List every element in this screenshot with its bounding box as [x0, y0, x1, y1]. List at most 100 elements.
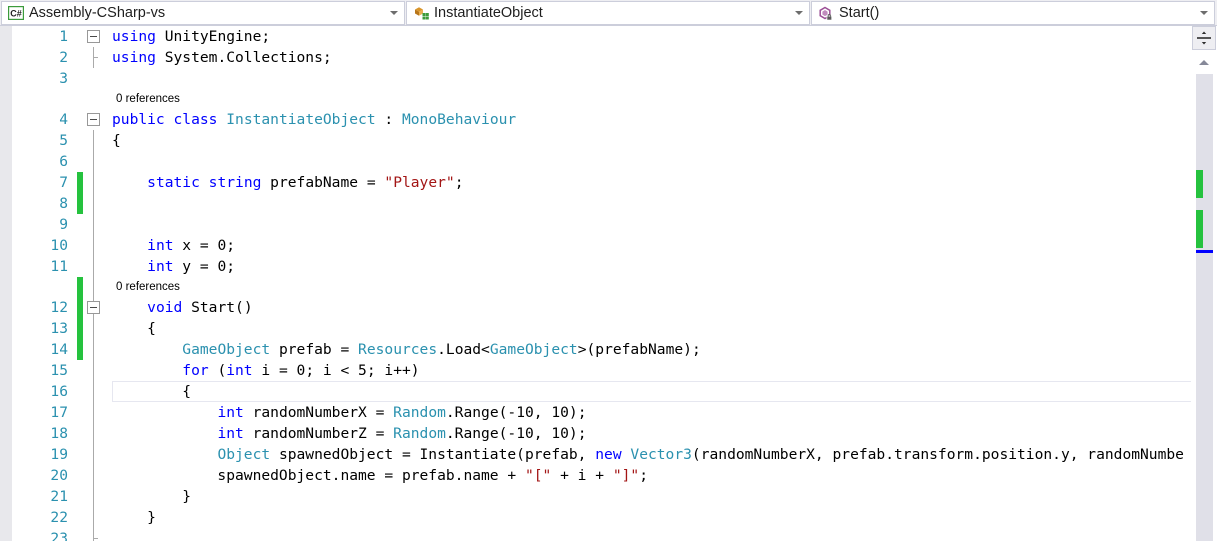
token-pln: :: [375, 111, 402, 128]
code-text: using System.Collections;: [83, 47, 332, 68]
code-line[interactable]: 20 spawnedObject.name = prefab.name + "[…: [21, 465, 1191, 486]
code-line[interactable]: 11 int y = 0;: [21, 256, 1191, 277]
token-kw: using: [112, 49, 156, 66]
line-number: 15: [50, 362, 68, 379]
token-num: 10: [516, 404, 534, 421]
token-kw: string: [208, 174, 262, 191]
code-line[interactable]: 4 public class InstantiateObject : MonoBe…: [21, 109, 1191, 130]
code-text: }: [83, 507, 156, 528]
chevron-down-icon[interactable]: [385, 11, 402, 15]
line-number: 8: [59, 195, 68, 212]
token-type: Resources: [358, 341, 438, 358]
svg-text:C#: C#: [10, 9, 22, 19]
scrollbar-track[interactable]: [1196, 74, 1213, 541]
selection-margin[interactable]: [13, 26, 21, 541]
token-pln: ;: [226, 237, 236, 254]
token-num: 10: [516, 425, 534, 442]
token-pln: [165, 111, 174, 128]
outline-guide-line: [93, 214, 94, 235]
code-line[interactable]: 10 int x = 0;: [21, 235, 1191, 256]
token-str: "]": [612, 467, 640, 484]
code-line[interactable]: 17 int randomNumberX = Random.Range(-10,…: [21, 402, 1191, 423]
code-text: {: [83, 381, 191, 402]
method-private-icon: [816, 5, 836, 21]
token-pln: [112, 446, 217, 463]
member-dropdown-label: Start(): [839, 5, 880, 21]
code-text: int x = 0;: [83, 235, 235, 256]
token-pln: [112, 404, 217, 421]
token-pln: spawnedObject.name = prefab.name +: [112, 467, 525, 484]
member-dropdown[interactable]: Start(): [811, 1, 1215, 25]
csharp-project-icon: C#: [6, 5, 26, 21]
scrollbar-caret-marker: [1196, 250, 1213, 253]
token-pln: [217, 111, 226, 128]
token-pln: {: [112, 383, 192, 400]
token-pln: i =: [252, 362, 297, 379]
code-line[interactable]: 14 GameObject prefab = Resources.Load<Ga…: [21, 339, 1191, 360]
code-line[interactable]: 22 }: [21, 507, 1191, 528]
token-kw: int: [147, 258, 174, 275]
token-pln: prefabName =: [261, 174, 385, 191]
line-number: 6: [59, 153, 68, 170]
code-line[interactable]: 23: [21, 528, 1191, 541]
token-pln: ;: [226, 258, 236, 275]
code-line[interactable]: 21 }: [21, 486, 1191, 507]
token-pln: spawnedObject = Instantiate(prefab,: [270, 446, 596, 463]
token-pln: prefab =: [270, 341, 359, 358]
codelens-row[interactable]: 0 references: [21, 89, 1191, 109]
token-kw: public: [112, 111, 165, 128]
type-dropdown[interactable]: InstantiateObject: [406, 1, 810, 25]
code-text: using UnityEngine;: [83, 26, 270, 47]
code-line[interactable]: 2 using System.Collections;: [21, 47, 1191, 68]
token-pln: [112, 174, 147, 191]
codelens-label[interactable]: 0 references: [83, 277, 180, 297]
code-line[interactable]: 3: [21, 68, 1191, 89]
token-pln: [112, 258, 147, 275]
code-line[interactable]: 13 {: [21, 318, 1191, 339]
code-line[interactable]: 7 static string prefabName = "Player";: [21, 172, 1191, 193]
vertical-scrollbar[interactable]: [1191, 26, 1217, 541]
code-line[interactable]: 18 int randomNumberZ = Random.Range(-10,…: [21, 423, 1191, 444]
token-num: 10: [551, 404, 569, 421]
token-kw: using: [112, 28, 156, 45]
outline-guide-line: [93, 193, 94, 214]
split-view-icon[interactable]: [1192, 26, 1216, 50]
token-pln: (randomNumberX, prefab.transform.positio…: [691, 446, 1184, 463]
token-str: "[": [524, 467, 552, 484]
code-text-area[interactable]: 1 using UnityEngine; 2 using System.Collect…: [21, 26, 1191, 541]
scrollbar-change-marker: [1196, 170, 1203, 198]
line-number: 11: [50, 258, 68, 275]
indicator-margin[interactable]: [0, 26, 13, 541]
codelens-label[interactable]: 0 references: [83, 89, 180, 109]
line-number: 3: [59, 70, 68, 87]
line-number: 13: [50, 320, 68, 337]
outline-guide-line: [93, 528, 98, 541]
line-number: 21: [50, 488, 68, 505]
code-line[interactable]: 6: [21, 151, 1191, 172]
scroll-up-icon[interactable]: [1194, 54, 1214, 71]
line-number: 14: [50, 341, 68, 358]
code-text: for (int i = 0; i < 5; i++): [83, 360, 419, 381]
code-line[interactable]: 15 for (int i = 0; i < 5; i++): [21, 360, 1191, 381]
code-line[interactable]: 19 Object spawnedObject = Instantiate(pr…: [21, 444, 1191, 465]
token-pln: [112, 425, 217, 442]
line-number: 17: [50, 404, 68, 421]
code-line[interactable]: 8: [21, 193, 1191, 214]
token-pln: ,: [533, 404, 552, 421]
code-line[interactable]: 1 using UnityEngine;: [21, 26, 1191, 47]
token-pln: [112, 362, 182, 379]
chevron-down-icon[interactable]: [1195, 11, 1212, 15]
token-kw: static: [147, 174, 200, 191]
token-type: GameObject: [489, 341, 578, 358]
code-text: static string prefabName = "Player";: [83, 172, 463, 193]
project-dropdown[interactable]: C# Assembly-CSharp-vs: [1, 1, 405, 25]
code-line[interactable]: 5{: [21, 130, 1191, 151]
code-line[interactable]: 12 void Start(): [21, 297, 1191, 318]
token-kw: for: [182, 362, 209, 379]
codelens-row[interactable]: 0 references: [21, 277, 1191, 298]
code-line[interactable]: 16 {: [21, 381, 1191, 402]
chevron-down-icon[interactable]: [790, 11, 807, 15]
token-pln: 0 references: [116, 281, 180, 293]
code-line[interactable]: 9: [21, 214, 1191, 235]
project-dropdown-label: Assembly-CSharp-vs: [29, 5, 166, 21]
